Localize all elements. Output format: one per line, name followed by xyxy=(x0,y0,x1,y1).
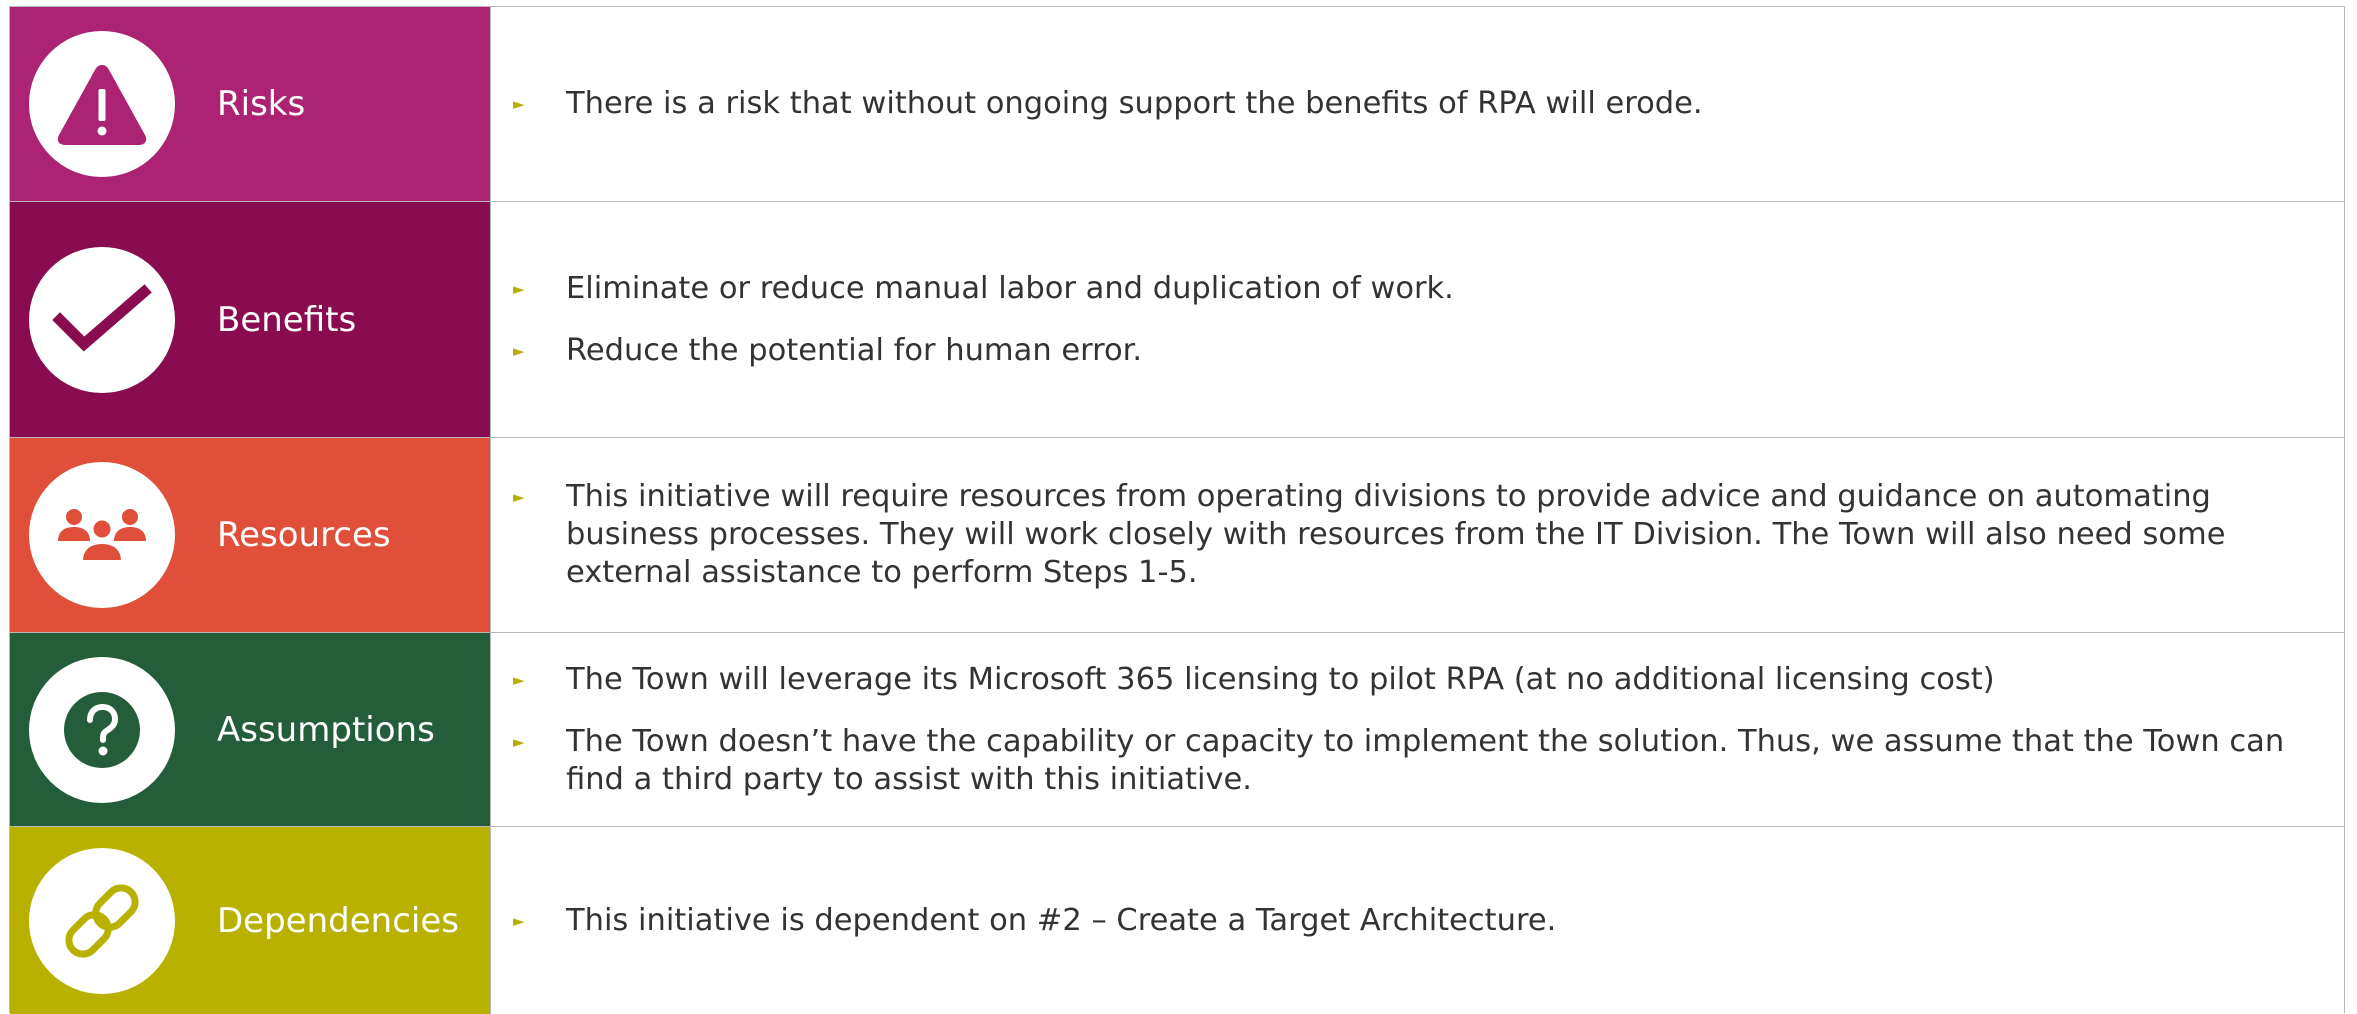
list-item: ► This initiative is dependent on #2 – C… xyxy=(513,902,2326,940)
content-resources: ► This initiative will require resources… xyxy=(490,438,2344,632)
category-dependencies: Dependencies xyxy=(10,827,490,1014)
bullet-text: Eliminate or reduce manual labor and dup… xyxy=(566,270,1454,306)
list-item: ► There is a risk that without ongoing s… xyxy=(513,85,2326,123)
list-item: ► The Town will leverage its Microsoft 3… xyxy=(513,661,2326,699)
row-dependencies: Dependencies ► This initiative is depend… xyxy=(10,826,2344,1014)
chain-link-icon xyxy=(65,883,139,958)
row-risks: Risks ► There is a risk that without ong… xyxy=(10,7,2344,201)
icon-circle xyxy=(29,656,175,803)
content-assumptions: ► The Town will leverage its Microsoft 3… xyxy=(490,633,2344,826)
question-icon xyxy=(64,691,140,768)
category-label: Resources xyxy=(217,515,391,555)
category-label: Risks xyxy=(217,84,306,124)
category-label: Benefits xyxy=(217,299,357,340)
people-group-icon xyxy=(58,509,146,562)
list-item: ► Reduce the potential for human error. xyxy=(513,332,2326,370)
icon-circle xyxy=(29,847,175,994)
bullet-text: This initiative will require resources f… xyxy=(566,479,2226,590)
bullet-text: Reduce the potential for human error. xyxy=(566,332,1143,368)
bullet-arrow-icon: ► xyxy=(513,670,525,689)
bullet-arrow-icon: ► xyxy=(513,95,525,113)
icon-circle xyxy=(29,246,175,393)
icon-circle xyxy=(29,462,175,608)
checkmark-icon xyxy=(52,283,152,352)
category-resources: Resources xyxy=(10,438,490,632)
bullet-arrow-icon: ► xyxy=(513,732,525,751)
row-assumptions: Assumptions ► The Town will leverage its… xyxy=(10,632,2344,826)
warning-icon xyxy=(57,65,147,145)
category-label: Assumptions xyxy=(217,709,435,750)
initiative-details-table: Risks ► There is a risk that without ong… xyxy=(9,6,2345,1014)
row-resources: Resources ► This initiative will require… xyxy=(10,437,2344,632)
bullet-arrow-icon: ► xyxy=(513,488,525,506)
bullet-text: The Town will leverage its Microsoft 365… xyxy=(566,661,1995,697)
category-assumptions: Assumptions xyxy=(10,633,490,826)
icon-circle xyxy=(29,31,175,177)
row-benefits: Benefits ► Eliminate or reduce manual la… xyxy=(10,201,2344,437)
category-benefits: Benefits xyxy=(10,202,490,437)
list-item: ► The Town doesn’t have the capability o… xyxy=(513,723,2326,799)
bullet-arrow-icon: ► xyxy=(513,911,525,930)
list-item: ► This initiative will require resources… xyxy=(513,478,2326,592)
bullet-text: This initiative is dependent on #2 – Cre… xyxy=(566,902,1557,938)
bullet-text: The Town doesn’t have the capability or … xyxy=(566,723,2285,797)
bullet-arrow-icon: ► xyxy=(513,279,525,298)
bullet-text: There is a risk that without ongoing sup… xyxy=(566,86,1703,121)
category-risks: Risks xyxy=(10,7,490,201)
bullet-arrow-icon: ► xyxy=(513,341,525,360)
content-risks: ► There is a risk that without ongoing s… xyxy=(490,7,2344,201)
list-item: ► Eliminate or reduce manual labor and d… xyxy=(513,270,2326,308)
content-dependencies: ► This initiative is dependent on #2 – C… xyxy=(490,827,2344,1014)
category-label: Dependencies xyxy=(217,900,459,941)
content-benefits: ► Eliminate or reduce manual labor and d… xyxy=(490,202,2344,437)
